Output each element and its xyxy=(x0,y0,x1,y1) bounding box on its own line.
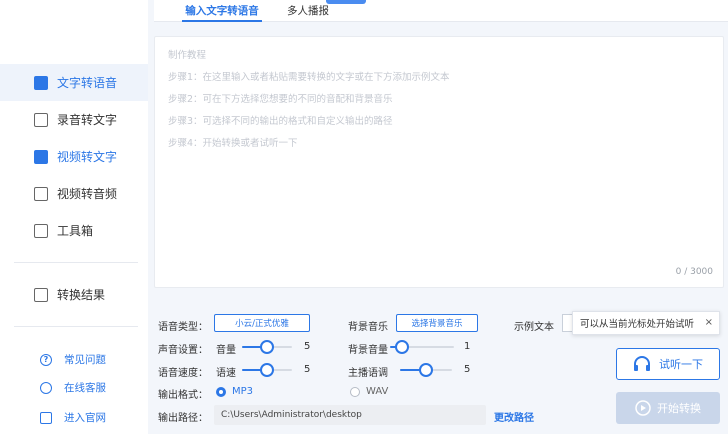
listen-tooltip: 可以从当前光标处开始试听 × xyxy=(572,311,720,335)
recording-icon xyxy=(34,112,48,127)
sidebar-item-label: 录音转文字 xyxy=(57,113,118,127)
output-path-field[interactable]: C:\Users\Administrator\desktop xyxy=(214,405,486,425)
text-to-speech-icon xyxy=(34,75,48,90)
tutorial-step: 步骤2：可在下方选择您想要的不同的音配和背景音乐 xyxy=(168,94,393,105)
close-icon[interactable]: × xyxy=(705,317,713,328)
sidebar-footer-support[interactable]: 在线客服 xyxy=(40,380,106,395)
speed-value: 5 xyxy=(304,364,311,375)
sidebar-item-video-to-text[interactable]: 视频转文字 xyxy=(0,138,148,175)
new-badge xyxy=(326,0,366,4)
sidebar-item-recording-to-text[interactable]: 录音转文字 xyxy=(0,101,148,138)
monitor-icon xyxy=(40,411,52,424)
sidebar-item-label: 文字转语音 xyxy=(57,76,118,90)
tooltip-text: 可以从当前光标处开始试听 xyxy=(580,319,695,330)
wav-label[interactable]: WAV xyxy=(366,386,388,397)
help-icon: ? xyxy=(40,353,52,366)
start-convert-button[interactable]: 开始转换 xyxy=(616,392,720,424)
speed-label: 语音速度： xyxy=(158,368,208,379)
sidebar-footer-website[interactable]: 进入官网 xyxy=(40,410,106,425)
pitch-value: 5 xyxy=(464,364,471,375)
volume-slider[interactable] xyxy=(242,340,292,354)
toolbox-icon xyxy=(34,223,48,238)
video-text-icon xyxy=(34,149,48,164)
headset-icon xyxy=(40,381,52,394)
result-icon xyxy=(34,287,48,302)
footer-label: 常见问题 xyxy=(64,354,106,366)
sidebar-item-results[interactable]: 转换结果 xyxy=(0,276,148,313)
sidebar-item-label: 转换结果 xyxy=(57,288,106,302)
footer-label: 进入官网 xyxy=(64,412,106,424)
listen-button[interactable]: 试听一下 xyxy=(616,348,720,380)
sidebar-item-video-to-audio[interactable]: 视频转音频 xyxy=(0,175,148,212)
pitch-slider[interactable] xyxy=(400,363,452,377)
tutorial-step: 步骤4：开始转换或者试听一下 xyxy=(168,138,298,149)
format-label: 输出格式： xyxy=(158,390,208,401)
slider-knob[interactable] xyxy=(419,363,433,377)
tab-text-to-speech[interactable]: 输入文字转语音 xyxy=(182,0,262,22)
slider-knob[interactable] xyxy=(260,340,274,354)
sound-settings-label: 声音设置： xyxy=(158,345,208,356)
radio-mp3[interactable] xyxy=(216,387,226,397)
sidebar-divider xyxy=(14,326,138,327)
headphones-icon xyxy=(634,356,650,371)
bg-music-button[interactable]: 选择背景音乐 xyxy=(396,314,478,332)
sidebar: 文字转语音 录音转文字 视频转文字 视频转音频 工具箱 转换结果 ? 常见问题 … xyxy=(0,0,148,434)
tutorial-title: 制作教程 xyxy=(168,50,207,61)
speed-sub-label: 语速 xyxy=(216,368,236,379)
sidebar-item-label: 视频转文字 xyxy=(57,150,118,164)
example-text-label: 示例文本 xyxy=(514,322,554,333)
sidebar-item-label: 工具箱 xyxy=(57,224,94,238)
slider-knob[interactable] xyxy=(260,363,274,377)
listen-label: 试听一下 xyxy=(659,358,703,371)
sidebar-item-toolbox[interactable]: 工具箱 xyxy=(0,212,148,249)
slider-knob[interactable] xyxy=(395,340,409,354)
sidebar-footer-help[interactable]: ? 常见问题 xyxy=(40,352,106,367)
start-label: 开始转换 xyxy=(657,402,701,415)
pitch-label: 主播语调 xyxy=(348,368,388,379)
bg-volume-label: 背景音量 xyxy=(348,345,388,356)
sidebar-item-label: 视频转音频 xyxy=(57,187,118,201)
tutorial-step: 步骤3：可选择不同的输出的格式和自定义输出的路径 xyxy=(168,116,393,127)
bg-music-label: 背景音乐 xyxy=(348,322,388,333)
path-label: 输出路径： xyxy=(158,413,208,424)
change-path-link[interactable]: 更改路径 xyxy=(494,409,534,424)
text-editor[interactable]: 制作教程 步骤1：在这里输入或者粘贴需要转换的文字或在下方添加示例文本 步骤2：… xyxy=(154,36,724,288)
radio-wav[interactable] xyxy=(350,387,360,397)
sidebar-item-text-to-speech[interactable]: 文字转语音 xyxy=(0,64,148,101)
volume-label: 音量 xyxy=(216,345,236,356)
bg-volume-slider[interactable] xyxy=(390,340,454,354)
video-audio-icon xyxy=(34,186,48,201)
tab-bar: 输入文字转语音 多人播报 xyxy=(154,0,728,22)
char-counter: 0 / 3000 xyxy=(675,267,713,277)
sidebar-divider xyxy=(14,262,138,263)
voice-type-label: 语音类型： xyxy=(158,322,208,333)
bg-volume-value: 1 xyxy=(464,341,471,352)
footer-label: 在线客服 xyxy=(64,382,106,394)
speed-slider[interactable] xyxy=(242,363,292,377)
play-icon xyxy=(635,400,651,416)
voice-type-button[interactable]: 小云/正式优雅 xyxy=(214,314,310,332)
tutorial-step: 步骤1：在这里输入或者粘贴需要转换的文字或在下方添加示例文本 xyxy=(168,72,450,83)
volume-value: 5 xyxy=(304,341,311,352)
mp3-label[interactable]: MP3 xyxy=(232,386,253,397)
